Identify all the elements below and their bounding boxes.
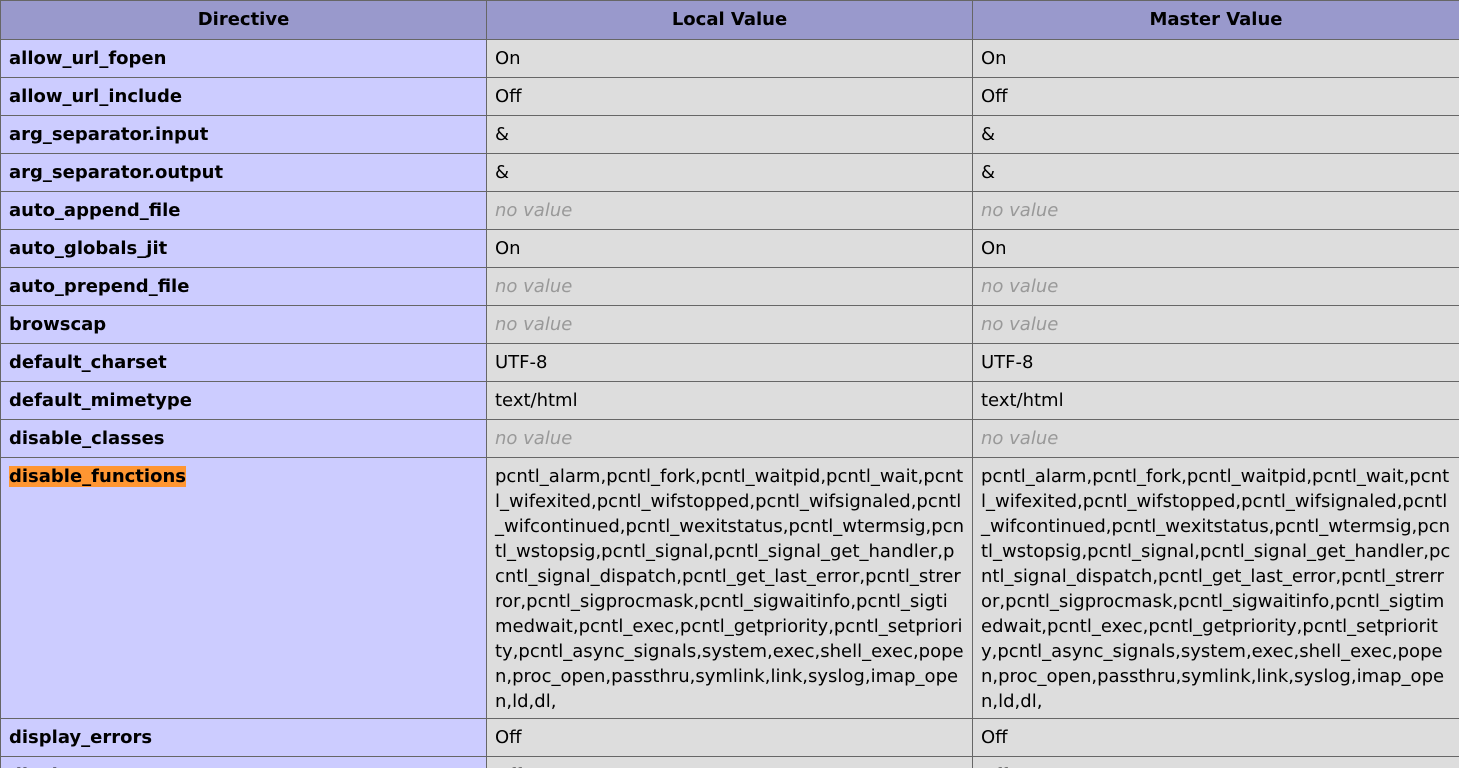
master-value-column-header: Master Value — [972, 0, 1459, 40]
master-value: pcntl_alarm,pcntl_fork,pcntl_waitpid,pcn… — [972, 457, 1459, 719]
table-row: display_errors Off Off — [0, 718, 1459, 757]
no-value-text: no value — [981, 276, 1059, 297]
table-row: auto_prepend_file no value no value — [0, 267, 1459, 306]
no-value-text: no value — [981, 314, 1059, 335]
local-value: On — [486, 39, 973, 78]
local-value: no value — [486, 305, 973, 344]
directive-name: arg_separator.output — [0, 153, 487, 192]
table-row: display_startup_errors Off Off — [0, 756, 1459, 768]
local-value: UTF-8 — [486, 343, 973, 382]
local-value: Off — [486, 77, 973, 116]
directive-column-header: Directive — [0, 0, 487, 40]
no-value-text: no value — [981, 200, 1059, 221]
master-value: On — [972, 39, 1459, 78]
directive-name: allow_url_include — [0, 77, 487, 116]
search-highlight: disable_functions — [9, 466, 186, 487]
no-value-text: no value — [495, 428, 573, 449]
master-value: & — [972, 153, 1459, 192]
directive-name: auto_globals_jit — [0, 229, 487, 268]
master-value: no value — [972, 267, 1459, 306]
local-value-column-header: Local Value — [486, 0, 973, 40]
no-value-text: no value — [495, 276, 573, 297]
master-value: UTF-8 — [972, 343, 1459, 382]
table-row: auto_append_file no value no value — [0, 191, 1459, 230]
table-row: auto_globals_jit On On — [0, 229, 1459, 268]
table-row: allow_url_fopen On On — [0, 39, 1459, 78]
master-value: Off — [972, 718, 1459, 757]
directive-name: browscap — [0, 305, 487, 344]
table-row: arg_separator.input & & — [0, 115, 1459, 154]
master-value: Off — [972, 77, 1459, 116]
directive-name: default_charset — [0, 343, 487, 382]
php-ini-directives-table: Directive Local Value Master Value allow… — [0, 0, 1459, 768]
master-value: no value — [972, 305, 1459, 344]
local-value: text/html — [486, 381, 973, 420]
directive-name: disable_classes — [0, 419, 487, 458]
no-value-text: no value — [981, 428, 1059, 449]
directive-name: arg_separator.input — [0, 115, 487, 154]
master-value: On — [972, 229, 1459, 268]
directive-name: allow_url_fopen — [0, 39, 487, 78]
directive-name: disable_functions — [0, 457, 487, 719]
local-value: On — [486, 229, 973, 268]
master-value: & — [972, 115, 1459, 154]
local-value: no value — [486, 191, 973, 230]
master-value: no value — [972, 191, 1459, 230]
directive-name: auto_prepend_file — [0, 267, 487, 306]
table-row: default_charset UTF-8 UTF-8 — [0, 343, 1459, 382]
master-value: Off — [972, 756, 1459, 768]
local-value: no value — [486, 267, 973, 306]
table-header: Directive Local Value Master Value — [0, 0, 1459, 40]
master-value: text/html — [972, 381, 1459, 420]
header-row: Directive Local Value Master Value — [0, 0, 1459, 40]
table-row: arg_separator.output & & — [0, 153, 1459, 192]
table-row: allow_url_include Off Off — [0, 77, 1459, 116]
no-value-text: no value — [495, 314, 573, 335]
local-value: pcntl_alarm,pcntl_fork,pcntl_waitpid,pcn… — [486, 457, 973, 719]
directive-name: default_mimetype — [0, 381, 487, 420]
local-value: no value — [486, 419, 973, 458]
table-row: disable_classes no value no value — [0, 419, 1459, 458]
no-value-text: no value — [495, 200, 573, 221]
directive-name: display_startup_errors — [0, 756, 487, 768]
table-row: disable_functions pcntl_alarm,pcntl_fork… — [0, 457, 1459, 719]
table-row: default_mimetype text/html text/html — [0, 381, 1459, 420]
local-value: Off — [486, 756, 973, 768]
table-body: allow_url_fopen On On allow_url_include … — [0, 39, 1459, 768]
master-value: no value — [972, 419, 1459, 458]
local-value: & — [486, 115, 973, 154]
directive-name: auto_append_file — [0, 191, 487, 230]
local-value: & — [486, 153, 973, 192]
directive-name: display_errors — [0, 718, 487, 757]
table-row: browscap no value no value — [0, 305, 1459, 344]
local-value: Off — [486, 718, 973, 757]
